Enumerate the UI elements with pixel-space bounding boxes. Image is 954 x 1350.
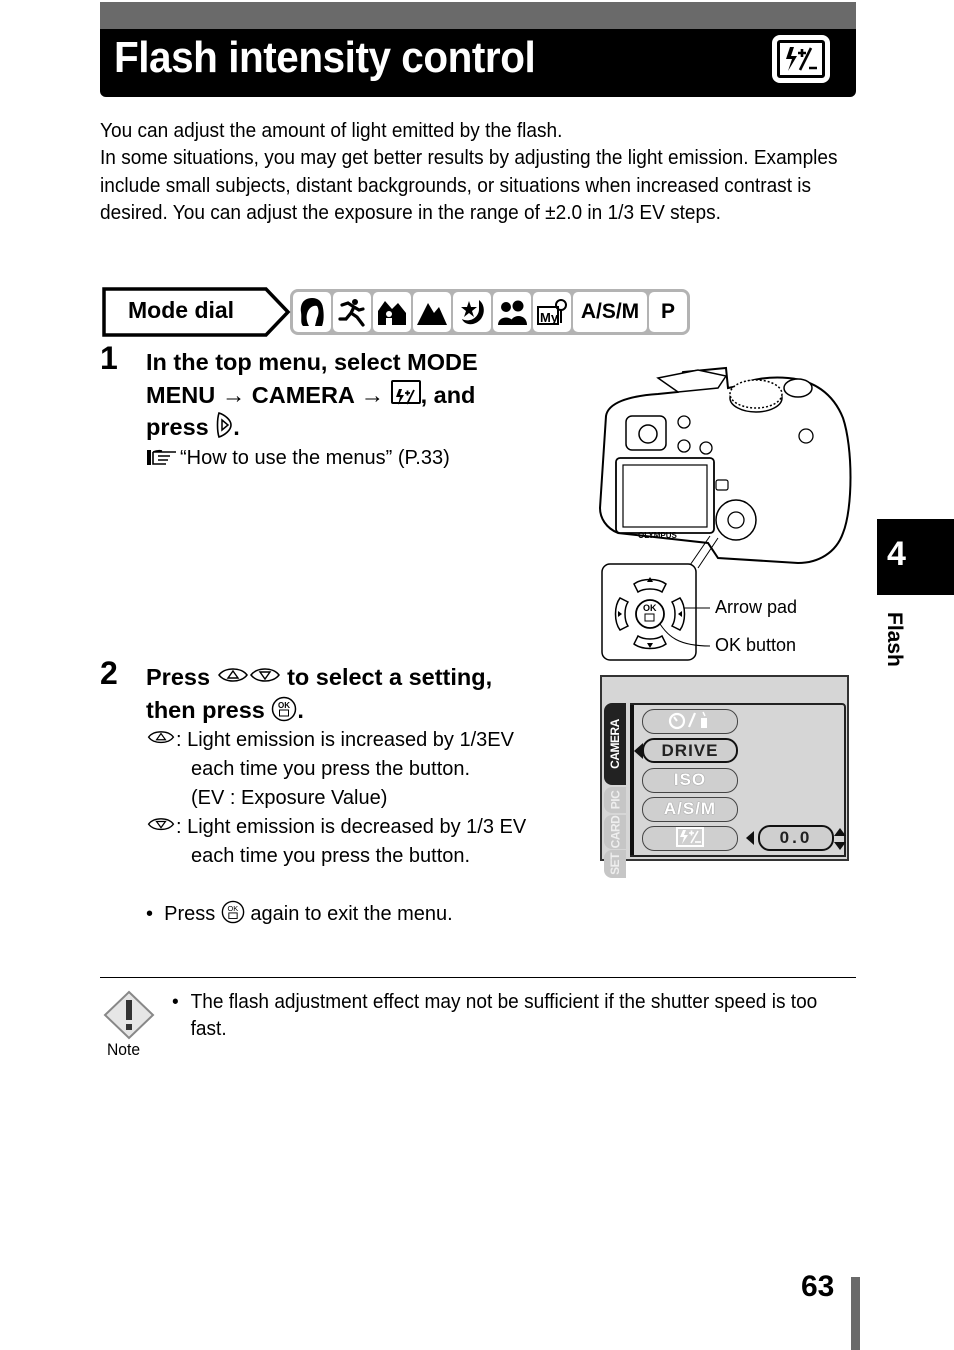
arrow-down-button-icon <box>146 813 176 842</box>
step-1-reference: “How to use the menus” (P.33) <box>146 444 450 476</box>
step-1-line-3-a: press <box>146 414 209 440</box>
reference-text: “How to use the menus” (P.33) <box>180 447 450 469</box>
tab-camera[interactable]: CAMERA <box>604 703 626 785</box>
flash-intensity-icon <box>772 35 830 83</box>
note-warning-icon <box>103 990 155 1045</box>
page-number-bar <box>851 1277 860 1350</box>
up-desc-3: (EV : Exposure Value) <box>191 787 388 809</box>
mode-dial-label-text: Mode dial <box>128 297 235 323</box>
landscape-portrait-icon <box>373 292 411 332</box>
exit-bullet-b: again to exit the menu. <box>250 903 453 925</box>
step-1-line-1: In the top menu, select MODE <box>146 349 478 375</box>
step-1-line-3: press . <box>146 411 478 448</box>
asm-mode-icon: A/S/M <box>573 292 647 332</box>
value-up-down-arrows[interactable] <box>833 827 847 856</box>
down-desc-1: : Light emission is decreased by 1/3 EV <box>176 816 527 838</box>
ok-button-label: OK button <box>715 635 797 655</box>
tab-set[interactable]: SET <box>604 850 626 878</box>
chapter-tab[interactable]: 4 <box>877 519 954 595</box>
up-button-description: : Light emission is increased by 1/3EV <box>146 726 586 755</box>
mode-dial-row: Mode dial My A/S/M P <box>102 287 690 337</box>
tab-pic[interactable]: PIC <box>604 787 626 813</box>
title-bar-top-stripe <box>100 2 856 29</box>
up-desc-1: : Light emission is increased by 1/3EV <box>176 729 514 751</box>
title-bar-body: Flash intensity control <box>100 29 856 97</box>
exit-bullet-a: Press <box>164 903 216 925</box>
chapter-label-text: Flash <box>883 612 906 667</box>
mode-dial-label: Mode dial <box>102 287 291 337</box>
flash-intensity-value[interactable]: 0.0 <box>758 825 834 851</box>
portrait-icon <box>293 292 331 332</box>
title-bar: Flash intensity control <box>100 2 856 97</box>
exit-bullet: • Press OK again to exit the menu. <box>146 900 586 933</box>
step-2-line-1-a: Press <box>146 664 211 690</box>
arrow-pad-label: Arrow pad <box>715 597 798 617</box>
svg-text:OK: OK <box>643 603 657 613</box>
bullet-dot: • <box>146 903 165 925</box>
menu-panel: DRIVE ISO A/S/M 0.0 <box>630 703 846 857</box>
my-mode-icon: My <box>533 292 571 332</box>
selection-pointer <box>634 743 643 759</box>
iso-item[interactable]: ISO <box>642 768 738 793</box>
up-desc-2: each time you press the button. <box>191 758 471 780</box>
landscape-icon <box>413 292 451 332</box>
arrow-down-button-icon <box>249 661 281 694</box>
camera-menu-screen: CAMERA PIC CARD SET DRIVE ISO A/S/M 0.0 <box>600 675 849 878</box>
menu-side-tabs: CAMERA PIC CARD SET <box>604 703 626 878</box>
step-1-number: 1 <box>100 340 118 376</box>
arrow-right-button-icon <box>215 411 233 448</box>
svg-text:OK: OK <box>278 701 290 710</box>
page-title: Flash intensity control <box>114 33 536 82</box>
drive-item[interactable]: DRIVE <box>642 738 738 763</box>
step-1-line-2-a: MENU → CAMERA → <box>146 381 385 408</box>
step-1-line-2: MENU → CAMERA → , and <box>146 379 478 412</box>
sport-icon <box>333 292 371 332</box>
step-2-line-2-a: then press <box>146 696 265 723</box>
page-number: 63 <box>801 1270 835 1303</box>
svg-text:OK: OK <box>227 904 238 913</box>
step-2-line-1: Press to select a setting, <box>146 661 492 694</box>
intro-line-2: In some situations, you may get better r… <box>100 146 838 225</box>
intro-text: You can adjust the amount of light emitt… <box>100 117 863 227</box>
step-1-line-3-b: . <box>233 414 240 440</box>
step-2-number: 2 <box>100 655 118 691</box>
flash-intensity-icon <box>390 379 421 405</box>
asm-item[interactable]: A/S/M <box>642 797 738 822</box>
note-bullet: • <box>172 990 179 1013</box>
value-pointer <box>746 831 754 845</box>
note-text: • The flash adjustment effect may not be… <box>172 988 817 1042</box>
step-2-details: : Light emission is increased by 1/3EV e… <box>146 726 586 933</box>
note-body: The flash adjustment effect may not be s… <box>190 990 818 1040</box>
chapter-label: Flash <box>883 610 908 680</box>
scrollbar[interactable] <box>630 705 634 855</box>
camera-brand-label: OLYMPUS <box>638 531 677 540</box>
intro-line-1: You can adjust the amount of light emitt… <box>100 119 563 142</box>
night-scene-icon <box>453 292 491 332</box>
flash-intensity-item[interactable] <box>642 826 738 851</box>
step-1-heading: In the top menu, select MODE MENU → CAME… <box>146 346 478 448</box>
reference-hand-icon <box>146 447 180 476</box>
step-2-line-2-b: . <box>297 696 304 723</box>
ok-button-icon: OK <box>221 900 245 933</box>
self-timer-remote-item[interactable] <box>642 709 738 734</box>
arrow-up-button-icon <box>217 661 249 694</box>
step-1-line-2-b: , and <box>420 381 476 408</box>
ok-button-icon: OK <box>271 696 297 731</box>
down-button-description: : Light emission is decreased by 1/3 EV <box>146 813 586 842</box>
mode-icons: My A/S/M P <box>290 289 690 335</box>
note-divider <box>100 977 856 978</box>
program-mode-icon: P <box>649 292 687 332</box>
step-2-heading: Press to select a setting, then press OK… <box>146 661 492 730</box>
note-label: Note <box>107 1040 141 1059</box>
arrow-up-button-icon <box>146 726 176 755</box>
step-2-line-1-b: to select a setting, <box>287 664 493 690</box>
camera-illustration: OLYMPUS OK Arrow pad OK button <box>598 358 858 668</box>
svg-text:My: My <box>540 310 559 325</box>
tab-card[interactable]: CARD <box>604 815 626 849</box>
self-portrait-icon <box>493 292 531 332</box>
down-desc-2: each time you press the button. <box>191 845 471 867</box>
step-2-line-2: then press OK . <box>146 694 492 731</box>
